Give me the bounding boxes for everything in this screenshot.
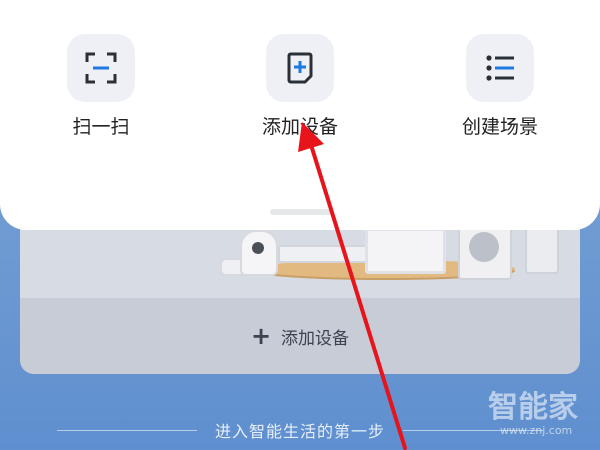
- footer-divider-left: [56, 429, 197, 431]
- camera-illustration: [240, 230, 278, 276]
- add-device-label: 添加设备: [261, 116, 338, 138]
- tv-illustration: [365, 228, 446, 274]
- plus-icon: +: [250, 322, 272, 350]
- scene-icon-tile: [466, 34, 534, 102]
- scan-icon: [85, 52, 117, 84]
- scan-label: 扫一扫: [72, 116, 130, 138]
- create-scene-button[interactable]: 创建场景: [435, 34, 565, 144]
- sheet-drag-handle[interactable]: [270, 209, 334, 215]
- add-device-row-label: 添加设备: [281, 328, 350, 349]
- add-device-row[interactable]: + 添加设备: [20, 298, 580, 374]
- add-device-button[interactable]: 添加设备: [235, 34, 365, 144]
- create-scene-label: 创建场景: [461, 116, 538, 138]
- quick-actions-sheet: 扫一扫 添加设备 创建场景: [0, 0, 600, 230]
- add-device-icon-tile: [266, 34, 334, 102]
- footer-divider-right: [403, 429, 543, 431]
- footer-caption: 进入智能生活的第一步: [0, 415, 600, 445]
- footer-text: 进入智能生活的第一步: [214, 422, 385, 441]
- scan-button[interactable]: 扫一扫: [36, 34, 166, 144]
- scene-list-icon: [486, 55, 514, 81]
- add-device-icon: [287, 52, 313, 84]
- scan-icon-tile: [67, 34, 135, 102]
